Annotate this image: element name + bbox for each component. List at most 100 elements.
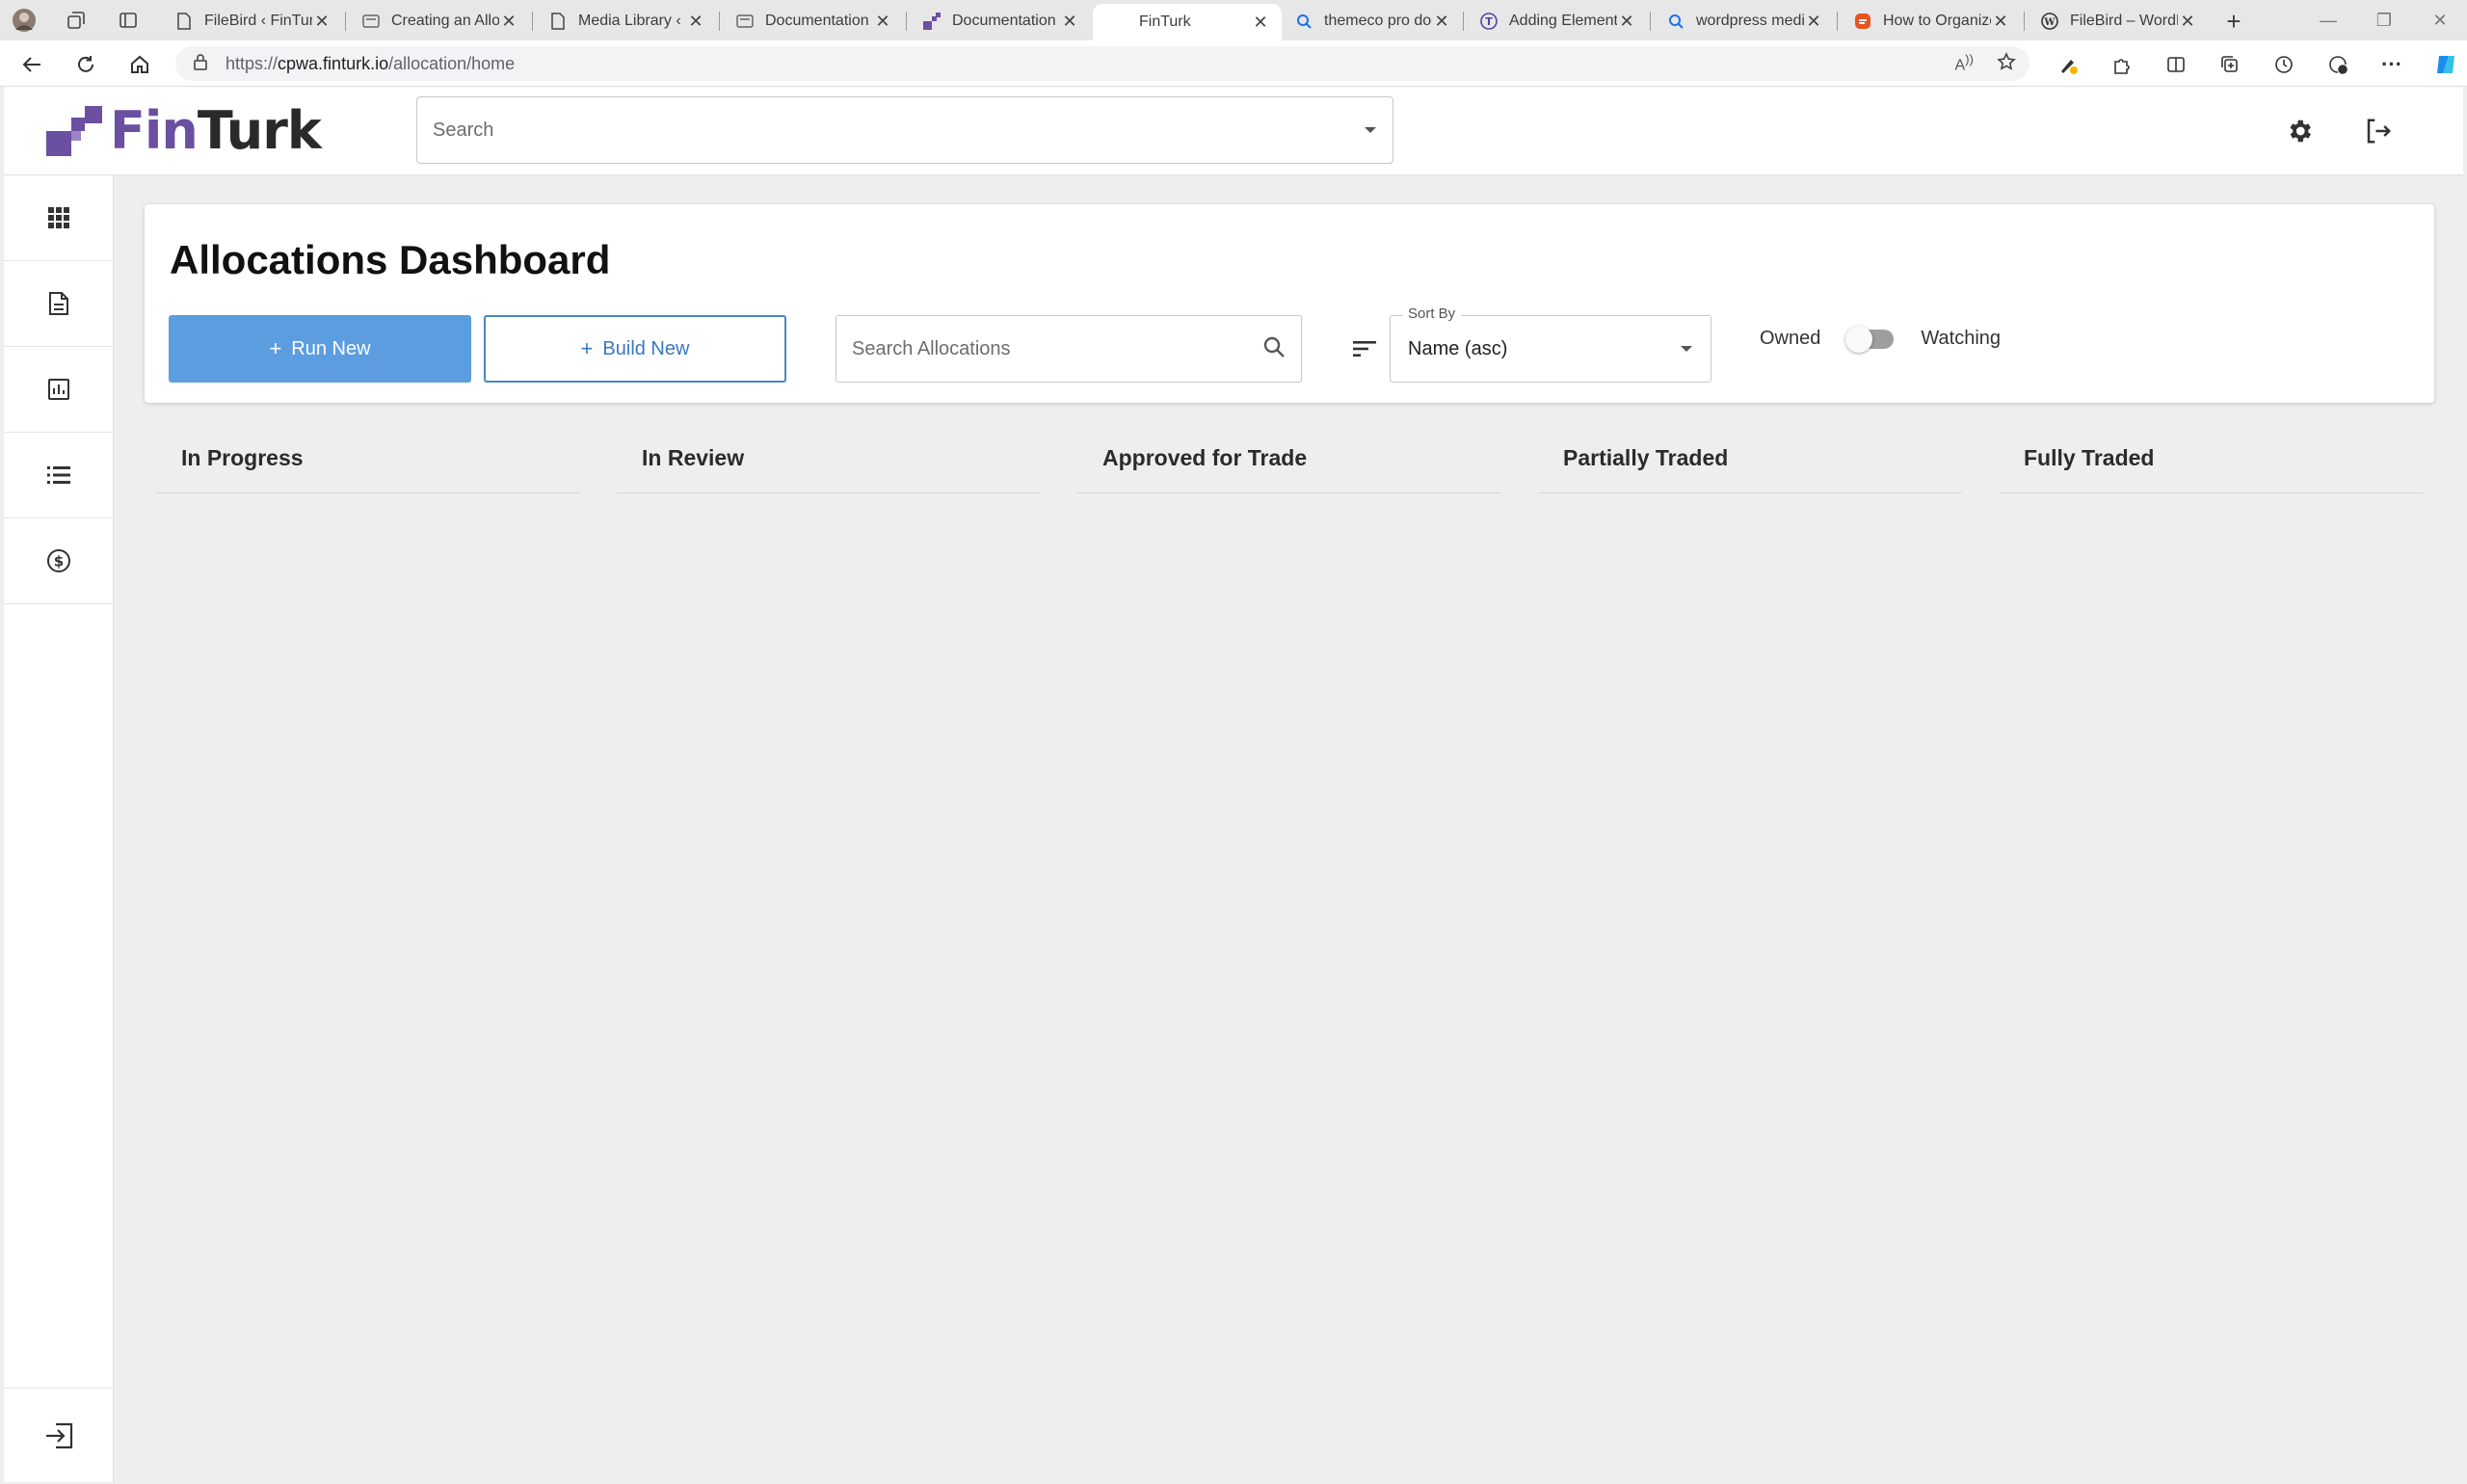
browser-tab[interactable]: FinTurk ✕ <box>1093 4 1282 40</box>
browser-tab[interactable]: FileBird ‹ FinTurk ✕ <box>162 4 343 39</box>
browser-tab[interactable]: Media Library ‹ F ✕ <box>536 4 717 39</box>
extensions-icon[interactable] <box>2095 49 2149 80</box>
pen-extension-icon[interactable] <box>2041 49 2095 80</box>
close-tab-icon[interactable]: ✕ <box>2178 12 2197 31</box>
close-tab-icon[interactable]: ✕ <box>1060 12 1079 31</box>
logout-icon[interactable] <box>2355 108 2401 154</box>
tab-title: themeco pro doc <box>1324 13 1432 29</box>
column-fully-traded: Fully Traded <box>1999 436 2423 493</box>
new-tab-icon[interactable]: + <box>2213 4 2255 39</box>
column-approved-for-trade: Approved for Trade <box>1077 436 1501 493</box>
owned-watching-toggle-group: Owned Watching <box>1760 325 2002 353</box>
browser-tab[interactable]: Documentation - ✕ <box>723 4 904 39</box>
browser-essentials-icon[interactable] <box>2311 49 2365 80</box>
blank-icon <box>1106 13 1127 31</box>
switch-knob[interactable] <box>1845 325 1873 353</box>
column-header: Approved for Trade <box>1102 445 1308 470</box>
tab-separator <box>719 12 720 31</box>
dashboard-card: Allocations Dashboard + Run New + Build … <box>145 204 2434 403</box>
profile-avatar-icon[interactable] <box>8 6 40 35</box>
allocations-search-input[interactable] <box>852 337 1262 360</box>
url-text: https://cpwa.finturk.io/allocation/home <box>225 53 516 73</box>
global-search-input[interactable] <box>433 119 1364 142</box>
sort-by-select[interactable]: Sort By Name (asc) <box>1390 305 1711 383</box>
favorite-star-icon[interactable] <box>1997 52 2016 76</box>
sidebar-item-documents[interactable] <box>4 261 114 347</box>
browser-tab[interactable]: T Adding Element ✕ <box>1467 4 1648 39</box>
global-search-field[interactable] <box>416 96 1393 164</box>
orange-icon <box>1854 13 1871 30</box>
read-aloud-icon[interactable]: A)) <box>1954 52 1974 76</box>
close-tab-icon[interactable]: ✕ <box>686 12 705 31</box>
sidebar-collapse-button[interactable] <box>4 1388 114 1482</box>
sidebar-item-trading[interactable]: $ <box>4 518 114 604</box>
doc-icon <box>362 13 380 30</box>
close-tab-icon[interactable]: ✕ <box>1617 12 1636 31</box>
history-icon[interactable] <box>2257 49 2311 80</box>
sort-by-value: Name (asc) <box>1408 337 1508 359</box>
browser-tab[interactable]: themeco pro doc ✕ <box>1282 4 1463 39</box>
finturk-logo-mark-icon <box>46 105 102 156</box>
t-icon: T <box>1480 13 1498 30</box>
browser-toolbar: https://cpwa.finturk.io/allocation/home … <box>0 40 2467 87</box>
close-tab-icon[interactable]: ✕ <box>1251 13 1270 32</box>
address-bar[interactable]: https://cpwa.finturk.io/allocation/home … <box>175 46 2029 81</box>
sidebar-item-reports[interactable] <box>4 347 114 433</box>
sort-icon[interactable] <box>1349 333 1380 364</box>
close-tab-icon[interactable]: ✕ <box>499 12 518 31</box>
home-icon[interactable] <box>123 48 156 81</box>
apps-grid-icon <box>48 207 69 228</box>
browser-tab[interactable]: How to Organize ✕ <box>1841 4 2022 39</box>
tab-separator <box>532 12 533 31</box>
finturk-logo[interactable]: FinTurk <box>46 100 322 161</box>
list-icon <box>47 466 70 484</box>
sidebar-item-apps[interactable] <box>4 175 114 261</box>
tab-separator <box>2024 12 2025 31</box>
more-options-icon[interactable]: ··· <box>2365 49 2419 80</box>
tab-title: How to Organize <box>1883 13 1991 29</box>
collections-icon[interactable] <box>2203 49 2257 80</box>
browser-tab[interactable]: Creating an Alloc ✕ <box>349 4 530 39</box>
restore-icon[interactable]: ❐ <box>2357 0 2411 40</box>
build-new-button[interactable]: + Build New <box>484 315 786 383</box>
tab-separator <box>906 12 907 31</box>
close-tab-icon[interactable]: ✕ <box>1991 12 2010 31</box>
workspaces-icon[interactable] <box>60 6 93 35</box>
browser-tab[interactable]: W FileBird – WordP ✕ <box>2028 4 2209 39</box>
reload-icon[interactable] <box>69 48 102 81</box>
close-window-icon[interactable]: ✕ <box>2413 0 2467 40</box>
tab-separator <box>1837 12 1838 31</box>
tab-title: Creating an Alloc <box>391 13 499 29</box>
owned-watching-switch[interactable] <box>1845 325 1895 353</box>
tab-actions-icon[interactable] <box>112 6 145 35</box>
chevron-down-icon[interactable] <box>1364 121 1377 139</box>
page-title: Allocations Dashboard <box>170 237 611 282</box>
copilot-icon[interactable] <box>2419 49 2467 80</box>
close-tab-icon[interactable]: ✕ <box>312 12 332 31</box>
back-icon[interactable] <box>15 48 48 81</box>
gear-icon[interactable] <box>2276 108 2322 154</box>
minimize-icon[interactable]: — <box>2301 0 2355 40</box>
app-header: FinTurk <box>4 87 2463 175</box>
browser-tab[interactable]: wordpress media ✕ <box>1654 4 1835 39</box>
close-tab-icon[interactable]: ✕ <box>1432 12 1451 31</box>
sidebar-item-list[interactable] <box>4 433 114 518</box>
allocations-search-field[interactable] <box>836 315 1302 383</box>
close-tab-icon[interactable]: ✕ <box>873 12 892 31</box>
column-header: In Review <box>642 445 745 470</box>
plus-icon: + <box>269 336 282 360</box>
document-icon <box>49 292 68 315</box>
tab-title: FileBird ‹ FinTurk <box>204 13 312 29</box>
svg-text:T: T <box>1485 15 1493 28</box>
sign-in-icon <box>46 1422 73 1448</box>
run-new-button[interactable]: + Run New <box>169 315 471 383</box>
close-tab-icon[interactable]: ✕ <box>1804 12 1823 31</box>
tab-title: Documentation - <box>765 13 873 29</box>
logo-fin-text: Fin <box>110 100 199 161</box>
browser-tab[interactable]: Documentation | ✕ <box>910 4 1091 39</box>
column-header: In Progress <box>181 445 304 470</box>
column-in-progress: In Progress <box>156 436 580 493</box>
search-icon[interactable] <box>1262 335 1286 363</box>
toggle-watching-label: Watching <box>1921 328 2002 349</box>
split-screen-icon[interactable] <box>2149 49 2203 80</box>
